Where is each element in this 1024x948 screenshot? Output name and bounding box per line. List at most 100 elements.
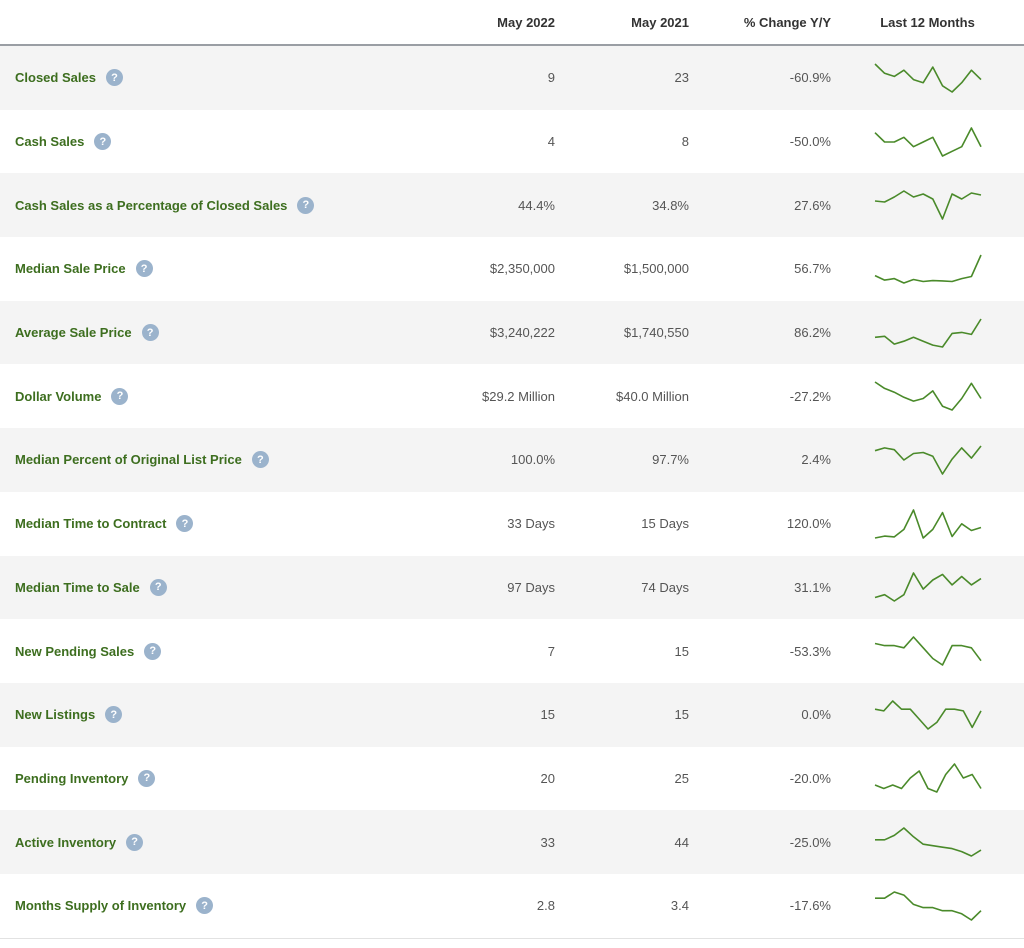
value-may-2021: 44 xyxy=(674,834,689,850)
metric-label: Closed Sales xyxy=(15,70,96,86)
metric-label: New Listings xyxy=(15,707,96,723)
metric-cell: Median Sale Price ? xyxy=(0,260,420,278)
value-may-2021: 34.8% xyxy=(652,197,689,213)
sparkline-trend-line xyxy=(874,381,982,412)
value-may-2021: 15 xyxy=(674,643,689,659)
sparkline-chart xyxy=(873,126,982,157)
table-header: May 2022 May 2021 % Change Y/Y Last 12 M… xyxy=(0,0,1024,46)
sparkline-trend-line xyxy=(874,636,982,666)
help-icon[interactable]: ? xyxy=(105,706,123,724)
value-may-2021: 3.4 xyxy=(670,898,689,914)
value-may-2021: $1,740,550 xyxy=(623,325,689,341)
sparkline-cell xyxy=(831,252,1024,286)
sparkline-trend-line xyxy=(873,126,982,157)
sparkline-cell xyxy=(831,443,1024,477)
sparkline-chart xyxy=(874,763,982,794)
value-may-2022: 15 xyxy=(540,707,555,723)
sparkline-cell xyxy=(831,634,1024,668)
table-row: New Pending Sales ? 7 15 -53.3% xyxy=(0,619,1024,683)
header-last-12-months: Last 12 Months xyxy=(880,14,975,30)
value-percent-change: 86.2% xyxy=(794,325,831,341)
sparkline-trend-line xyxy=(874,699,982,730)
value-percent-change: -17.6% xyxy=(789,898,831,914)
value-may-2021: 15 xyxy=(674,707,689,723)
sparkline-cell xyxy=(831,507,1024,541)
sparkline-chart xyxy=(874,254,982,284)
sparkline-trend-line xyxy=(874,318,982,348)
sparkline-cell xyxy=(831,889,1024,923)
value-percent-change: 56.7% xyxy=(794,261,831,277)
value-may-2021: 97.7% xyxy=(652,452,689,468)
market-stats-table: May 2022 May 2021 % Change Y/Y Last 12 M… xyxy=(0,0,1024,939)
help-icon[interactable]: ? xyxy=(141,324,159,342)
sparkline-trend-line xyxy=(874,508,981,539)
value-percent-change: -20.0% xyxy=(789,770,831,786)
value-may-2022: 44.4% xyxy=(518,197,555,213)
sparkline-trend-line xyxy=(874,827,981,857)
metric-label: New Pending Sales xyxy=(15,643,135,659)
metric-cell: Pending Inventory ? xyxy=(0,769,420,787)
metric-label: Cash Sales xyxy=(15,134,85,150)
value-may-2022: 9 xyxy=(547,70,555,86)
metric-cell: Median Time to Sale ? xyxy=(0,578,420,596)
value-may-2022: 7 xyxy=(547,643,555,659)
sparkline-cell xyxy=(831,698,1024,732)
value-percent-change: 120.0% xyxy=(786,516,831,532)
help-icon[interactable]: ? xyxy=(196,897,214,915)
table-row: Months Supply of Inventory ? 2.8 3.4 -17… xyxy=(0,874,1024,938)
help-icon[interactable]: ? xyxy=(111,387,129,405)
value-may-2022: 97 Days xyxy=(507,579,555,595)
table-row: Median Sale Price ? $2,350,000 $1,500,00… xyxy=(0,237,1024,301)
help-icon[interactable]: ? xyxy=(149,578,167,596)
help-icon[interactable]: ? xyxy=(126,833,144,851)
sparkline-cell xyxy=(831,761,1024,795)
help-icon[interactable]: ? xyxy=(105,69,123,87)
value-may-2022: $29.2 Million xyxy=(482,388,555,404)
value-percent-change: -25.0% xyxy=(789,834,831,850)
help-icon[interactable]: ? xyxy=(251,451,269,469)
value-percent-change: -60.9% xyxy=(789,70,831,86)
sparkline-trend-line xyxy=(874,572,981,603)
metric-label: Median Time to Sale xyxy=(15,579,140,595)
table-row: Average Sale Price ? $3,240,222 $1,740,5… xyxy=(0,300,1024,365)
value-may-2021: 23 xyxy=(674,70,689,86)
table-body: Closed Sales ? 9 23 -60.9% Cash Sales ? … xyxy=(0,46,1024,938)
sparkline-chart xyxy=(874,381,982,412)
help-icon[interactable]: ? xyxy=(144,642,162,660)
sparkline-cell xyxy=(831,125,1024,159)
sparkline-chart xyxy=(873,63,982,93)
help-icon[interactable]: ? xyxy=(135,260,153,278)
table-row: Dollar Volume ? $29.2 Million $40.0 Mill… xyxy=(0,364,1024,428)
sparkline-cell xyxy=(831,379,1024,413)
value-percent-change: -53.3% xyxy=(789,643,831,659)
metric-label: Months Supply of Inventory xyxy=(15,898,187,914)
sparkline-cell xyxy=(831,570,1024,604)
value-may-2022: 33 Days xyxy=(507,516,555,532)
help-icon[interactable]: ? xyxy=(176,515,194,533)
header-may-2022: May 2022 xyxy=(497,14,555,30)
sparkline-trend-line xyxy=(874,763,982,794)
sparkline-trend-line xyxy=(874,890,982,921)
table-row: Active Inventory ? 33 44 -25.0% xyxy=(0,810,1024,874)
sparkline-chart xyxy=(874,890,982,921)
value-may-2022: 20 xyxy=(540,770,555,786)
table-row: Closed Sales ? 9 23 -60.9% xyxy=(0,46,1024,110)
value-percent-change: 31.1% xyxy=(794,579,831,595)
sparkline-chart xyxy=(874,190,981,221)
metric-cell: New Listings ? xyxy=(0,706,420,724)
table-bottom-rule xyxy=(0,937,1024,939)
value-percent-change: 27.6% xyxy=(794,197,831,213)
sparkline-chart xyxy=(874,827,981,857)
help-icon[interactable]: ? xyxy=(94,133,112,151)
metric-label: Average Sale Price xyxy=(15,325,132,341)
table-row: Median Time to Contract ? 33 Days 15 Day… xyxy=(0,492,1024,556)
sparkline-cell xyxy=(831,825,1024,859)
help-icon[interactable]: ? xyxy=(138,769,156,787)
metric-cell: Cash Sales ? xyxy=(0,133,420,151)
help-icon[interactable]: ? xyxy=(297,196,315,214)
sparkline-trend-line xyxy=(874,445,982,475)
value-may-2022: 100.0% xyxy=(510,452,555,468)
sparkline-chart xyxy=(874,572,981,603)
metric-cell: Median Time to Contract ? xyxy=(0,515,420,533)
sparkline-trend-line xyxy=(874,190,981,221)
